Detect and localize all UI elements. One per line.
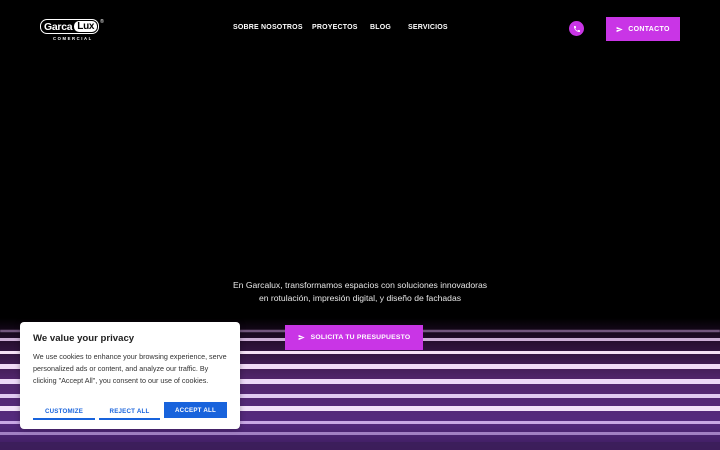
request-quote-label: SOLICITA TU PRESUPUESTO <box>310 334 411 341</box>
site-header: Garca Lux ® COMERCIAL SOBRE NOSOTROS PRO… <box>0 0 720 58</box>
paper-plane-icon <box>298 334 305 341</box>
phone-icon <box>573 25 580 32</box>
cookie-title: We value your privacy <box>33 333 135 344</box>
nav-item-blog[interactable]: BLOG <box>370 24 391 31</box>
contact-button-label: CONTACTO <box>628 25 670 33</box>
contact-button[interactable]: CONTACTO <box>606 17 680 41</box>
request-quote-button[interactable]: SOLICITA TU PRESUPUESTO <box>285 325 423 350</box>
cookie-message: We use cookies to enhance your browsing … <box>33 352 227 386</box>
hero-description-line: en rotulación, impresión digital, y dise… <box>258 292 462 303</box>
reject-all-button[interactable]: REJECT ALL <box>99 404 160 420</box>
hero-description-line: En Garcalux, transformamos espacios con … <box>232 280 488 290</box>
phone-button[interactable] <box>569 21 584 36</box>
neon-stripe <box>0 442 720 450</box>
logo-subtitle: COMERCIAL <box>53 36 93 41</box>
hero-description: En Garcalux, transformamos espacios con … <box>160 279 560 304</box>
nav-item-sobre-nosotros[interactable]: SOBRE NOSOTROS <box>233 24 303 31</box>
customize-button[interactable]: CUSTOMIZE <box>33 404 95 420</box>
paper-plane-icon <box>616 26 623 32</box>
nav-item-servicios[interactable]: SERVICIOS <box>408 24 448 31</box>
neon-stripe <box>0 432 720 435</box>
nav-item-proyectos[interactable]: PROYECTOS <box>312 24 358 31</box>
accept-all-button[interactable]: ACCEPT ALL <box>164 402 227 418</box>
